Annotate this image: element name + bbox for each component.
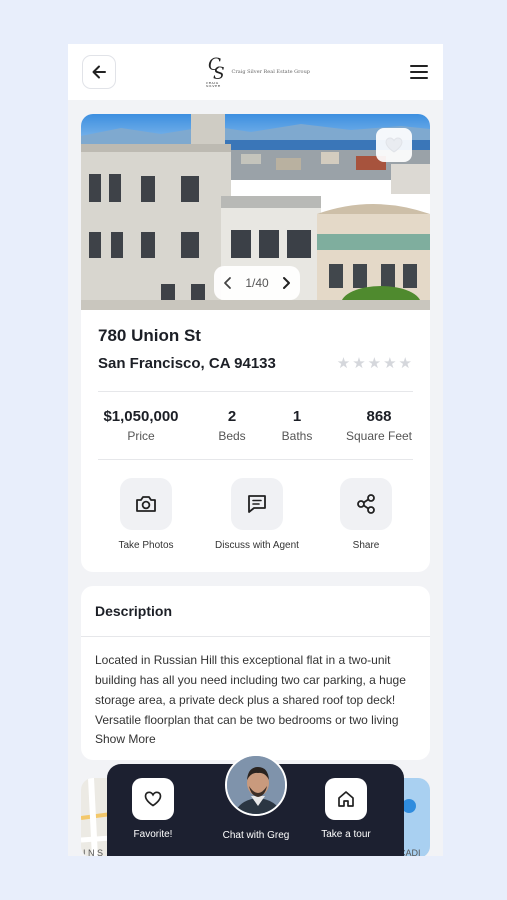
back-button[interactable] [82,55,116,89]
take-photos-button[interactable]: Take Photos [91,478,201,551]
share-label: Share [352,540,380,551]
tour-icon-box[interactable] [325,778,367,820]
show-more-link[interactable]: Show More [95,732,156,746]
star-icon[interactable]: ★ [368,356,381,371]
share-icon-box[interactable] [340,478,392,530]
stat-value: 868 [366,408,392,425]
heart-outline-icon [144,791,162,807]
description-text: Located in Russian Hill this exceptional… [95,653,406,727]
stat-beds: 2 Beds [202,408,262,443]
logo-mark: C S CRAIG SILVER [206,57,228,88]
listing-card: 1/40 780 Union St San Francisco, CA 9413… [81,114,430,572]
stat-label: Square Feet [345,429,413,443]
favorite-button[interactable]: Favorite! [108,778,198,840]
photo-favorite-button[interactable] [376,128,412,162]
take-photos-label: Take Photos [118,540,174,551]
share-button[interactable]: Share [311,478,421,551]
share-icon [357,494,375,514]
stat-label: Price [127,429,155,443]
stat-price: $1,050,000 Price [91,408,191,443]
chevron-left-icon[interactable] [222,276,234,290]
divider [81,636,430,637]
description-title: Description [95,603,173,619]
hamburger-menu-icon[interactable] [409,62,429,82]
star-rating[interactable]: ★ ★ ★ ★ ★ [337,356,412,371]
description-card: Description Located in Russian Hill this… [81,586,430,760]
take-a-tour-button[interactable]: Take a tour [301,778,391,840]
discuss-with-agent-button[interactable]: Discuss with Agent [202,478,312,551]
agent-avatar[interactable] [225,754,287,816]
divider [98,391,413,392]
stat-value: $1,050,000 [103,408,179,425]
brand-logo: C S CRAIG SILVER Craig Silver Real Estat… [206,56,310,88]
logo-subtext: CRAIG SILVER [206,81,221,88]
chat-with-agent-label[interactable]: Chat with Greg [205,830,307,841]
stat-value: 1 [292,408,302,425]
stat-value: 2 [227,408,237,425]
chat-icon [248,495,266,513]
star-icon[interactable]: ★ [337,356,350,371]
discuss-icon-box[interactable] [231,478,283,530]
city-state-zip: San Francisco, CA 94133 [98,355,276,372]
app-screen: C S CRAIG SILVER Craig Silver Real Estat… [68,44,443,856]
camera-icon [136,496,156,512]
favorite-label: Favorite! [133,829,173,840]
take-a-tour-label: Take a tour [321,829,371,840]
stat-label: Beds [218,429,246,443]
discuss-with-agent-label: Discuss with Agent [215,540,299,551]
favorite-icon-box[interactable] [132,778,174,820]
star-icon[interactable]: ★ [352,356,365,371]
stat-baths: 1 Baths [267,408,327,443]
divider [98,459,413,460]
photo-pager: 1/40 [214,266,300,300]
star-icon[interactable]: ★ [383,356,396,371]
stat-square-feet: 868 Square Feet [334,408,424,443]
chevron-right-icon[interactable] [280,276,292,290]
home-icon [338,791,354,807]
top-bar: C S CRAIG SILVER Craig Silver Real Estat… [68,44,443,100]
logo-text: Craig Silver Real Estate Group [231,69,310,75]
photo-counter: 1/40 [245,276,269,290]
stat-label: Baths [281,429,313,443]
star-icon[interactable]: ★ [399,356,412,371]
arrow-left-icon [92,65,106,79]
street-address: 780 Union St [98,326,201,345]
svg-text:I N S: I N S [83,848,103,856]
take-photos-icon-box[interactable] [120,478,172,530]
heart-icon [385,137,403,153]
